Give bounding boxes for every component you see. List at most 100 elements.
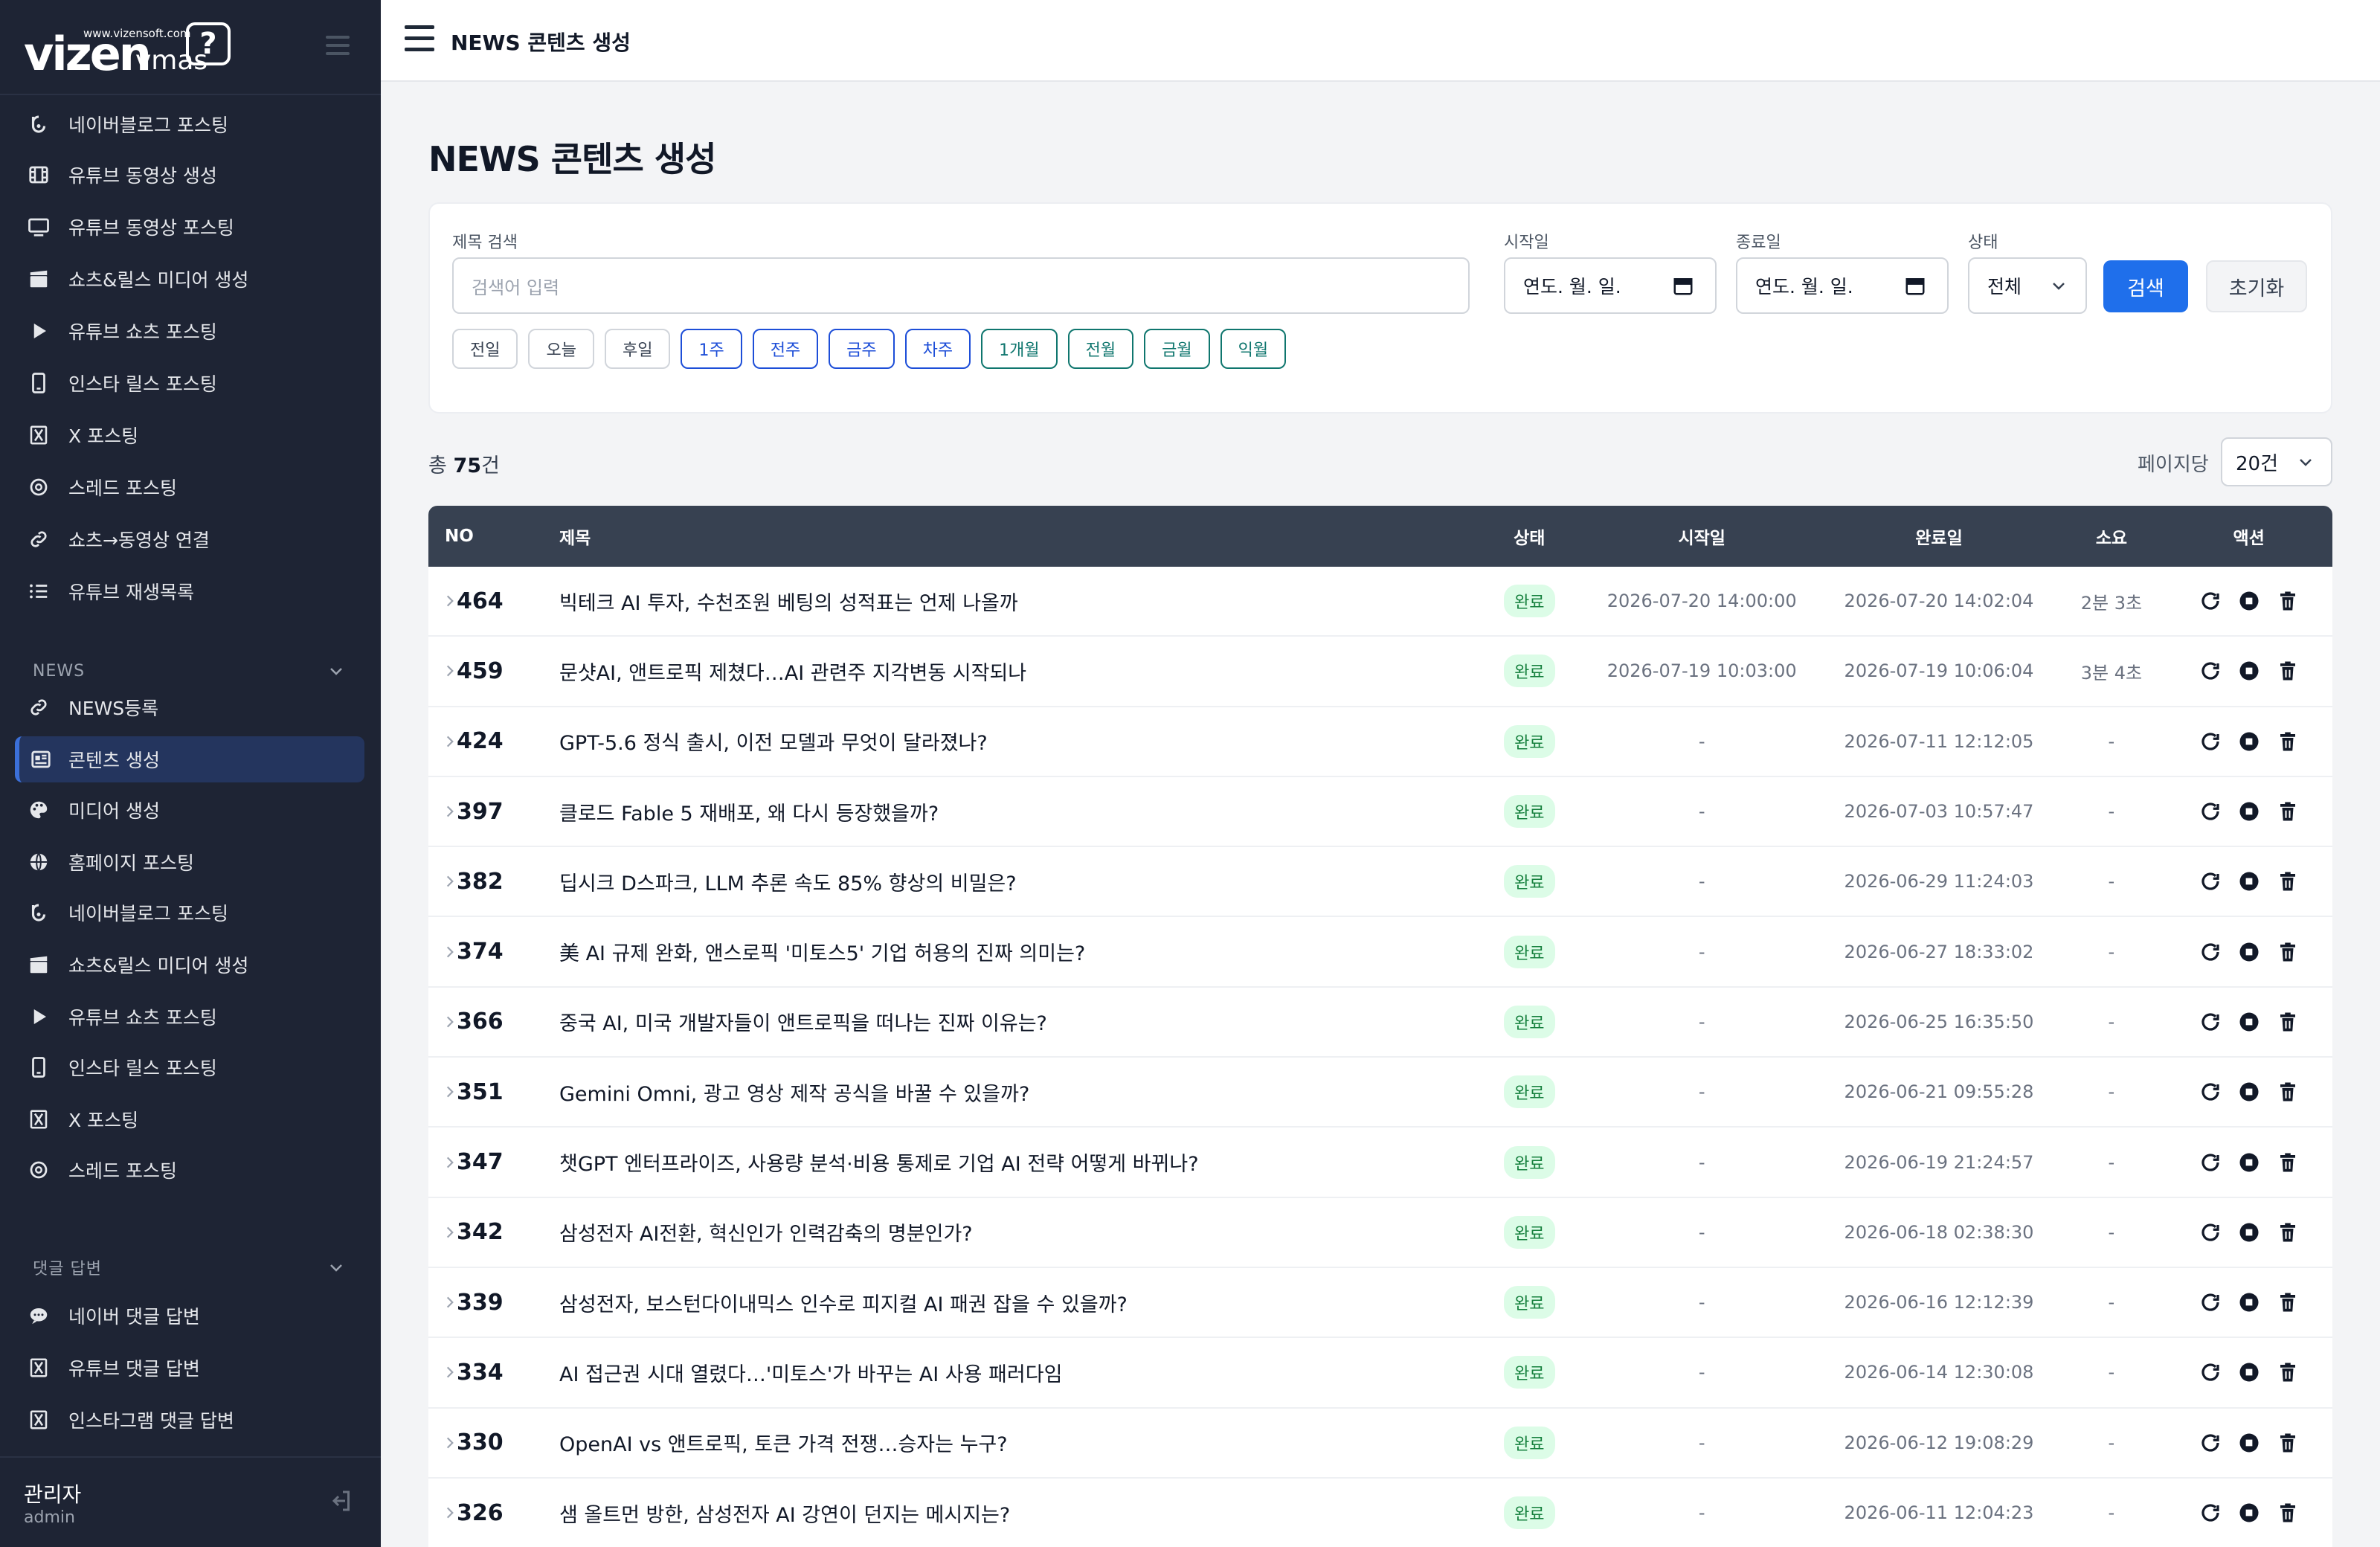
chevron-right-icon[interactable]: [445, 1435, 455, 1451]
row-title[interactable]: 삼성전자, 보스턴다이내믹스 인수로 피지컬 AI 패권 잡을 수 있을까?: [559, 1288, 1476, 1317]
stop-icon[interactable]: [2238, 1432, 2260, 1454]
table-row[interactable]: 424 GPT-5.6 정식 출시, 이전 모델과 무엇이 달라졌나? 완료 - 202…: [428, 707, 2332, 777]
retry-icon[interactable]: [2199, 1361, 2222, 1383]
trash-icon[interactable]: [2277, 590, 2299, 612]
row-title[interactable]: 문샷AI, 앤트로픽 제쳤다…AI 관련주 지각변동 시작되나: [559, 657, 1476, 686]
chevron-right-icon[interactable]: [445, 803, 455, 820]
stop-icon[interactable]: [2238, 1361, 2260, 1383]
stop-icon[interactable]: [2238, 870, 2260, 892]
table-row[interactable]: 342 삼성전자 AI전환, 혁신인가 인력감축의 명분인가? 완료 - 2026-06…: [428, 1198, 2332, 1268]
table-row[interactable]: 397 클로드 Fable 5 재배포, 왜 다시 등장했을까? 완료 - 2026-0…: [428, 777, 2332, 848]
sidebar-item[interactable]: 네이버블로그 포스팅: [15, 890, 364, 936]
status-select[interactable]: 전체: [1968, 257, 2087, 314]
end-date-input[interactable]: 연도. 월. 일.: [1736, 257, 1949, 314]
logo[interactable]: www.vizensoft.com vizen vmas ?: [24, 21, 239, 80]
date-chip[interactable]: 차주: [904, 329, 971, 369]
chevron-right-icon[interactable]: [445, 733, 455, 750]
retry-icon[interactable]: [2199, 941, 2222, 963]
date-chip[interactable]: 금주: [829, 329, 895, 369]
table-row[interactable]: 326 샘 올트먼 방한, 삼성전자 AI 강연이 던지는 메시지는? 완료 - 202…: [428, 1479, 2332, 1547]
retry-icon[interactable]: [2199, 800, 2222, 823]
sidebar-item[interactable]: 인스타 릴스 포스팅: [15, 360, 364, 406]
row-title[interactable]: 美 AI 규제 완화, 앤스로픽 '미토스5' 기업 허용의 진짜 의미는?: [559, 937, 1476, 966]
title-search-input[interactable]: 검색어 입력: [452, 257, 1470, 314]
chevron-right-icon[interactable]: [445, 944, 455, 960]
retry-icon[interactable]: [2199, 1081, 2222, 1103]
calendar-icon[interactable]: [1904, 274, 1926, 297]
trash-icon[interactable]: [2277, 870, 2299, 892]
table-row[interactable]: 464 빅테크 AI 투자, 수천조원 베팅의 성적표는 언제 나올까 완료 2026…: [428, 567, 2332, 637]
logout-icon[interactable]: [327, 1488, 354, 1514]
date-chip[interactable]: 전일: [452, 329, 518, 369]
chevron-right-icon[interactable]: [445, 1154, 455, 1171]
retry-icon[interactable]: [2199, 1221, 2222, 1244]
row-title[interactable]: 샘 올트먼 방한, 삼성전자 AI 강연이 던지는 메시지는?: [559, 1499, 1476, 1528]
trash-icon[interactable]: [2277, 1361, 2299, 1383]
date-chip[interactable]: 전월: [1067, 329, 1134, 369]
trash-icon[interactable]: [2277, 1011, 2299, 1033]
retry-icon[interactable]: [2199, 590, 2222, 612]
table-row[interactable]: 459 문샷AI, 앤트로픽 제쳤다…AI 관련주 지각변동 시작되나 완료 2026…: [428, 637, 2332, 707]
retry-icon[interactable]: [2199, 1502, 2222, 1524]
trash-icon[interactable]: [2277, 1291, 2299, 1313]
stop-icon[interactable]: [2238, 660, 2260, 682]
stop-icon[interactable]: [2238, 941, 2260, 963]
sidebar-item[interactable]: 유튜브 동영상 생성: [15, 152, 364, 198]
sidebar-item[interactable]: 유튜브 댓글 답변: [15, 1345, 364, 1391]
trash-icon[interactable]: [2277, 660, 2299, 682]
sidebar-item[interactable]: NEWS등록: [15, 684, 364, 730]
calendar-icon[interactable]: [1672, 274, 1694, 297]
stop-icon[interactable]: [2238, 590, 2260, 612]
sidebar-item[interactable]: 인스타그램 댓글 답변: [15, 1397, 364, 1443]
table-row[interactable]: 339 삼성전자, 보스턴다이내믹스 인수로 피지컬 AI 패권 잡을 수 있을까…: [428, 1268, 2332, 1339]
trash-icon[interactable]: [2277, 1081, 2299, 1103]
trash-icon[interactable]: [2277, 941, 2299, 963]
row-title[interactable]: 딥시크 D스파크, LLM 추론 속도 85% 향상의 비밀은?: [559, 867, 1476, 896]
retry-icon[interactable]: [2199, 1432, 2222, 1454]
chevron-right-icon[interactable]: [445, 873, 455, 890]
sidebar-item[interactable]: 스레드 포스팅: [15, 464, 364, 510]
row-title[interactable]: GPT-5.6 정식 출시, 이전 모델과 무엇이 달라졌나?: [559, 727, 1476, 756]
row-title[interactable]: AI 접근권 시대 열렸다…'미토스'가 바꾸는 AI 사용 패러다임: [559, 1358, 1476, 1387]
table-row[interactable]: 366 중국 AI, 미국 개발자들이 앤트로픽을 떠나는 진짜 이유는? 완료 - 2…: [428, 988, 2332, 1058]
stop-icon[interactable]: [2238, 800, 2260, 823]
row-title[interactable]: 삼성전자 AI전환, 혁신인가 인력감축의 명분인가?: [559, 1218, 1476, 1247]
chevron-right-icon[interactable]: [445, 1224, 455, 1241]
nav-section-reply[interactable]: 댓글 답변: [33, 1252, 345, 1282]
stop-icon[interactable]: [2238, 1291, 2260, 1313]
chevron-right-icon[interactable]: [445, 1294, 455, 1310]
sidebar-item[interactable]: 홈페이지 포스팅: [15, 839, 364, 885]
reset-button[interactable]: 초기화: [2206, 260, 2307, 312]
stop-icon[interactable]: [2238, 1221, 2260, 1244]
row-title[interactable]: 빅테크 AI 투자, 수천조원 베팅의 성적표는 언제 나올까: [559, 587, 1476, 616]
sidebar-item[interactable]: 쇼츠&릴스 미디어 생성: [15, 942, 364, 988]
chevron-right-icon[interactable]: [445, 1364, 455, 1380]
sidebar-item[interactable]: 쇼츠→동영상 연결: [15, 516, 364, 562]
trash-icon[interactable]: [2277, 1502, 2299, 1524]
date-chip[interactable]: 금월: [1144, 329, 1210, 369]
trash-icon[interactable]: [2277, 800, 2299, 823]
trash-icon[interactable]: [2277, 1432, 2299, 1454]
trash-icon[interactable]: [2277, 730, 2299, 753]
start-date-input[interactable]: 연도. 월. 일.: [1504, 257, 1717, 314]
retry-icon[interactable]: [2199, 870, 2222, 892]
sidebar-item[interactable]: X 포스팅: [15, 1096, 364, 1142]
table-row[interactable]: 382 딥시크 D스파크, LLM 추론 속도 85% 향상의 비밀은? 완료 - 20…: [428, 847, 2332, 918]
sidebar-item[interactable]: 스레드 포스팅: [15, 1147, 364, 1193]
trash-icon[interactable]: [2277, 1221, 2299, 1244]
sidebar-item[interactable]: 콘텐츠 생성: [15, 736, 364, 782]
date-chip[interactable]: 1주: [681, 329, 742, 369]
sidebar-item[interactable]: 인스타 릴스 포스팅: [15, 1044, 364, 1090]
row-title[interactable]: 챗GPT 엔터프라이즈, 사용량 분석·비용 통제로 기업 AI 전략 어떻게 …: [559, 1148, 1476, 1177]
sidebar-item[interactable]: 유튜브 쇼츠 포스팅: [15, 308, 364, 354]
date-chip[interactable]: 후일: [604, 329, 671, 369]
row-title[interactable]: 중국 AI, 미국 개발자들이 앤트로픽을 떠나는 진짜 이유는?: [559, 1007, 1476, 1036]
trash-icon[interactable]: [2277, 1151, 2299, 1174]
table-row[interactable]: 374 美 AI 규제 완화, 앤스로픽 '미토스5' 기업 허용의 진짜 의미는…: [428, 917, 2332, 988]
retry-icon[interactable]: [2199, 1151, 2222, 1174]
menu-icon[interactable]: [405, 25, 434, 52]
retry-icon[interactable]: [2199, 660, 2222, 682]
date-chip[interactable]: 익월: [1220, 329, 1287, 369]
chevron-right-icon[interactable]: [445, 1084, 455, 1100]
retry-icon[interactable]: [2199, 730, 2222, 753]
